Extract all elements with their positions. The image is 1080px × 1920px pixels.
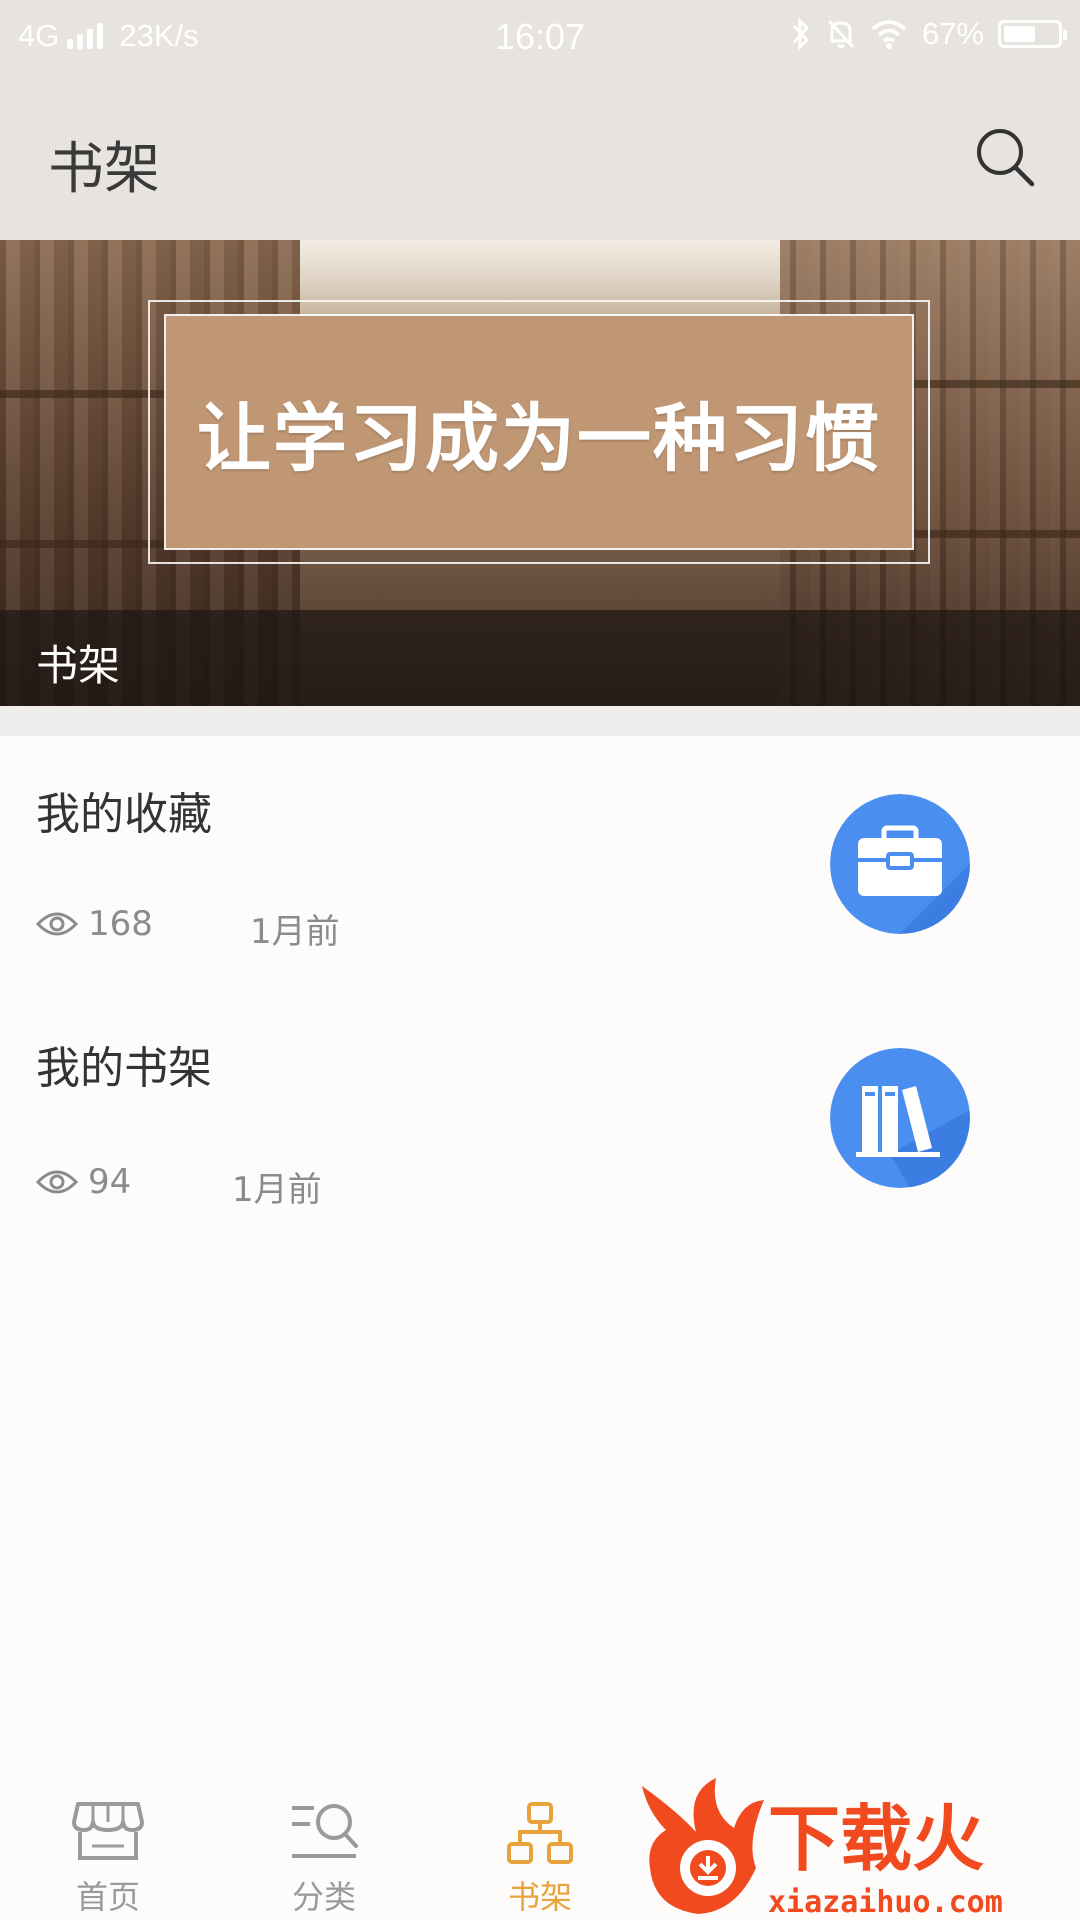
item-time: 1月前	[250, 912, 340, 952]
item-time: 1月前	[232, 1170, 322, 1210]
view-count: 168	[88, 904, 153, 944]
banner-card: 让学习成为一种习惯	[166, 316, 912, 548]
nav-label: 首页	[75, 1878, 140, 1916]
item-title: 我的书架	[36, 1043, 212, 1094]
nav-label: 书架	[507, 1878, 572, 1916]
battery-percent: 67%	[921, 16, 984, 51]
wifi-icon	[871, 20, 907, 49]
banner[interactable]: 让学习成为一种习惯 书架	[0, 240, 1080, 706]
battery-fill	[1004, 26, 1035, 42]
nav-item-category[interactable]: 分类	[254, 1780, 394, 1920]
store-icon	[72, 1802, 144, 1860]
view-count: 94	[88, 1162, 132, 1202]
banner-caption: 书架	[36, 641, 121, 690]
banner-slogan: 让学习成为一种习惯	[197, 395, 881, 482]
item-meta: 94 1月前	[36, 1162, 322, 1210]
page-title: 书架	[48, 137, 160, 202]
watermark-brand: 下载火	[768, 1797, 984, 1881]
briefcase-icon	[830, 794, 970, 934]
org-chart-icon	[507, 1802, 573, 1864]
battery-icon	[998, 20, 1067, 48]
nav-label: 分类	[291, 1878, 356, 1916]
section-divider	[0, 706, 1080, 736]
status-right: 67%	[790, 16, 1067, 52]
list-item-favorites[interactable]: 我的收藏 168 1月前	[0, 736, 1080, 992]
banner-caption-bar: 书架	[0, 610, 1080, 706]
item-meta: 168 1月前	[36, 904, 340, 952]
watermark-url: xiazaihuo.com	[768, 1885, 1003, 1920]
xiazaihuo-watermark: 下载火 xiazaihuo.com	[642, 1778, 1003, 1920]
app-bar: 书架	[0, 76, 1080, 240]
books-icon	[830, 1048, 970, 1188]
status-bar: 4G 23K/s 16:07 67%	[0, 0, 1080, 76]
eye-icon	[36, 1170, 78, 1194]
mute-icon	[827, 19, 855, 49]
nav-item-bookshelf[interactable]: 书架	[470, 1780, 610, 1920]
list-item-bookshelf[interactable]: 我的书架 94 1月前	[0, 992, 1080, 1248]
bluetooth-icon	[792, 17, 810, 51]
search-icon[interactable]	[970, 122, 1042, 194]
category-search-icon	[292, 1804, 358, 1858]
item-title: 我的收藏	[36, 789, 212, 840]
nav-item-home[interactable]: 首页	[38, 1780, 178, 1920]
eye-icon	[36, 912, 78, 936]
